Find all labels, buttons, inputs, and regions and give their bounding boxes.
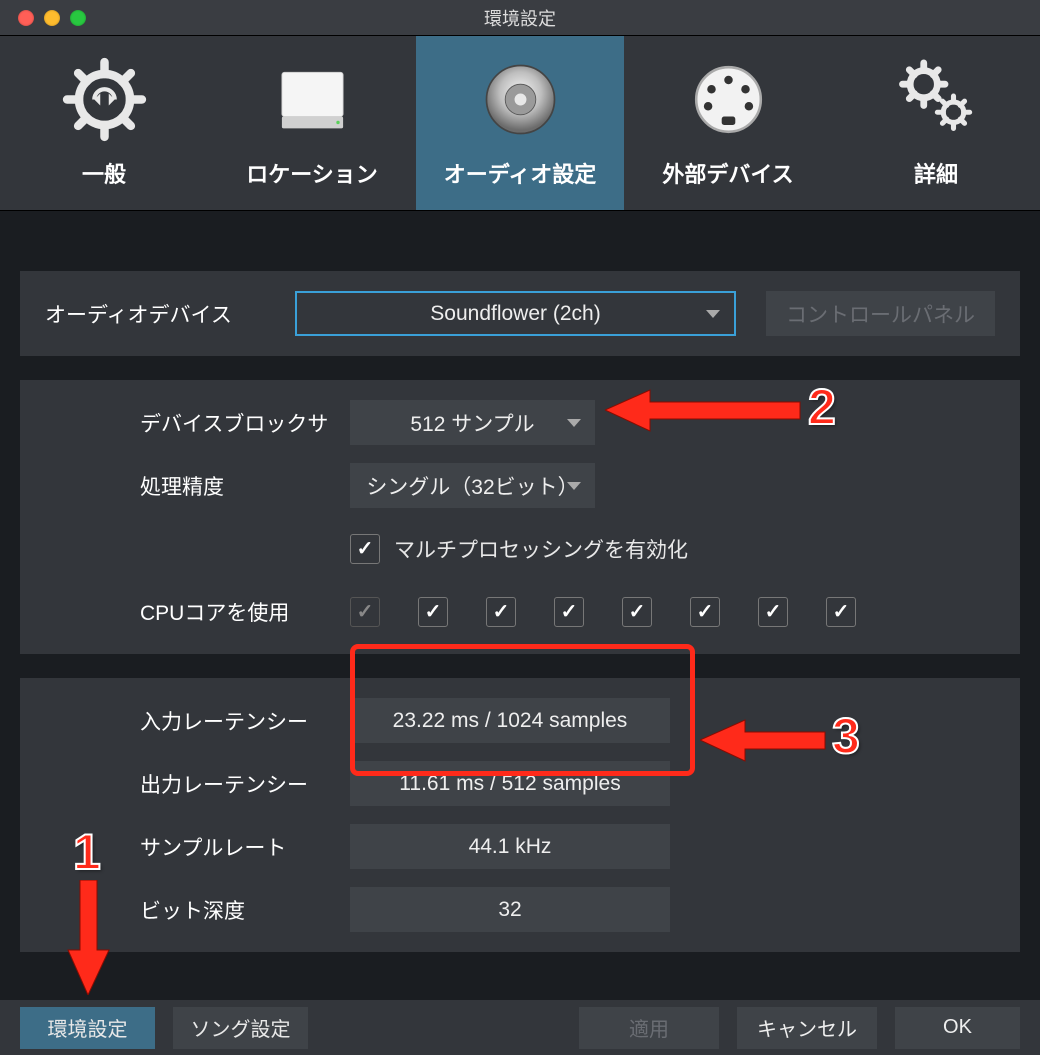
chevron-down-icon: [706, 310, 720, 318]
input-latency-value: 23.22 ms / 1024 samples: [350, 698, 670, 743]
window-title: 環境設定: [0, 5, 1040, 31]
block-size-label: デバイスブロックサ: [45, 408, 350, 438]
sample-rate-value: 44.1 kHz: [350, 824, 670, 869]
audio-device-value: Soundflower (2ch): [430, 302, 600, 326]
tab-external-label: 外部デバイス: [662, 157, 793, 189]
cpu-core-8-checkbox[interactable]: [826, 597, 856, 627]
precision-label: 処理精度: [45, 471, 350, 501]
tab-audio[interactable]: オーディオ設定: [416, 36, 624, 210]
cpu-cores-label: CPUコアを使用: [45, 597, 350, 627]
tab-general-label: 一般: [82, 157, 126, 189]
precision-select[interactable]: シングル（32ビット）: [350, 463, 595, 508]
preferences-toolbar: 一般 ロケーション: [0, 36, 1040, 211]
multiproc-label: マルチプロセッシングを有効化: [394, 534, 688, 564]
chevron-down-icon: [567, 482, 581, 490]
cpu-core-3-checkbox[interactable]: [486, 597, 516, 627]
speaker-icon: [478, 57, 563, 142]
cpu-core-1-checkbox[interactable]: [350, 597, 380, 627]
block-size-value: 512 サンプル: [410, 408, 534, 438]
midi-icon: [686, 57, 771, 142]
titlebar: 環境設定: [0, 0, 1040, 36]
chevron-down-icon: [567, 419, 581, 427]
audio-device-label: オーディオデバイス: [45, 299, 265, 329]
cpu-core-6-checkbox[interactable]: [690, 597, 720, 627]
audio-device-select[interactable]: Soundflower (2ch): [295, 291, 736, 336]
apply-button[interactable]: 適用: [579, 1007, 719, 1049]
output-latency-label: 出力レーテンシー: [45, 769, 350, 799]
tab-location-label: ロケーション: [246, 157, 378, 189]
output-latency-value: 11.61 ms / 512 samples: [350, 761, 670, 806]
cpu-core-4-checkbox[interactable]: [554, 597, 584, 627]
tab-advanced[interactable]: 詳細: [832, 36, 1040, 210]
cpu-core-5-checkbox[interactable]: [622, 597, 652, 627]
tab-external[interactable]: 外部デバイス: [624, 36, 832, 210]
song-settings-tab[interactable]: ソング設定: [173, 1007, 308, 1049]
cpu-cores-row: [350, 597, 870, 627]
bit-depth-value: 32: [350, 887, 670, 932]
env-settings-tab[interactable]: 環境設定: [20, 1007, 155, 1049]
drive-icon: [270, 57, 355, 142]
multiproc-checkbox[interactable]: [350, 534, 380, 564]
processing-panel: デバイスブロックサ 512 サンプル 処理精度 シングル（32ビット） マルチプ…: [20, 380, 1020, 654]
block-size-select[interactable]: 512 サンプル: [350, 400, 595, 445]
precision-value: シングル（32ビット）: [366, 471, 578, 501]
cancel-button[interactable]: キャンセル: [737, 1007, 877, 1049]
footer: 環境設定 ソング設定 適用 キャンセル OK: [0, 1000, 1040, 1055]
bit-depth-label: ビット深度: [45, 895, 350, 925]
cpu-core-2-checkbox[interactable]: [418, 597, 448, 627]
sample-rate-label: サンプルレート: [45, 832, 350, 862]
tab-audio-label: オーディオ設定: [444, 157, 596, 189]
tab-general[interactable]: 一般: [0, 36, 208, 210]
gears-icon: [894, 57, 979, 142]
content: オーディオデバイス Soundflower (2ch) コントロールパネル デバ…: [0, 211, 1040, 996]
control-panel-button: コントロールパネル: [766, 291, 995, 336]
gear-refresh-icon: [62, 57, 147, 142]
input-latency-label: 入力レーテンシー: [45, 706, 350, 736]
audio-device-panel: オーディオデバイス Soundflower (2ch) コントロールパネル: [20, 271, 1020, 356]
ok-button[interactable]: OK: [895, 1007, 1020, 1049]
tab-advanced-label: 詳細: [914, 157, 958, 189]
latency-panel: 入力レーテンシー 23.22 ms / 1024 samples 出力レーテンシ…: [20, 678, 1020, 952]
tab-location[interactable]: ロケーション: [208, 36, 416, 210]
cpu-core-7-checkbox[interactable]: [758, 597, 788, 627]
